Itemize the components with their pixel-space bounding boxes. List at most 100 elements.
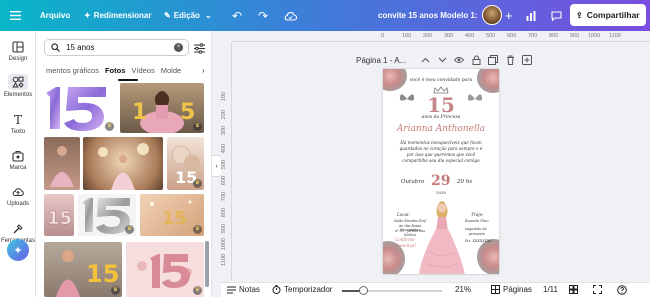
chevron-down-icon[interactable] xyxy=(437,55,447,65)
object-panel: 15 anos × mentos gráficos Fotos Vídeos Mold… xyxy=(36,31,212,297)
rail-item-text[interactable]: T Texto xyxy=(0,113,36,135)
ruler-tick: 600 xyxy=(507,33,517,39)
chevron-up-icon[interactable] xyxy=(420,55,430,65)
premium-crown-icon: ♛ xyxy=(105,122,114,131)
svg-text:15: 15 xyxy=(162,208,187,229)
fullscreen-icon[interactable] xyxy=(593,285,602,294)
ruler-tick: 300 xyxy=(444,33,454,39)
ruler-tick: 500 xyxy=(486,33,496,39)
invite-message: guardados no coração para sempre e é xyxy=(399,146,483,151)
zoom-slider-handle[interactable] xyxy=(359,286,368,295)
resize-label: Redimensionar xyxy=(93,11,152,20)
photo-result[interactable]: 15 ♛ xyxy=(167,137,204,190)
tab-videos[interactable]: Vídeos xyxy=(131,66,154,75)
tab-photos[interactable]: Fotos xyxy=(105,66,125,75)
photo-result[interactable] xyxy=(83,137,163,190)
undo-icon[interactable]: ↶ xyxy=(232,0,242,31)
photo-result[interactable]: 15 ♛ xyxy=(140,194,204,236)
rail-item-brand[interactable]: Marca xyxy=(0,149,36,171)
tab-graphics[interactable]: mentos gráficos xyxy=(46,66,99,75)
local-line: nº 55 - Jardim das Sonhos xyxy=(394,229,426,237)
ruler-tick: 0 xyxy=(381,33,385,39)
pages-label: Páginas xyxy=(503,285,532,294)
rail-item-design[interactable]: Design xyxy=(0,40,36,62)
timer-button[interactable]: Temporizador xyxy=(272,285,332,294)
rail-label: Design xyxy=(8,56,28,62)
page-count[interactable]: 1/11 xyxy=(543,285,558,294)
rail-label: Texto xyxy=(10,129,26,135)
rail-item-uploads[interactable]: Uploads xyxy=(0,185,36,207)
share-label: Compartilhar xyxy=(586,10,640,20)
photo-result[interactable]: ♛ xyxy=(78,194,136,236)
active-tab-indicator xyxy=(118,79,138,81)
rail-item-elements[interactable]: Elementos xyxy=(0,74,36,98)
add-page-icon[interactable] xyxy=(522,55,532,65)
chevron-right-icon[interactable]: › xyxy=(202,66,205,75)
magic-sparkle-icon[interactable]: ✦ xyxy=(7,239,29,261)
panel-scrollbar[interactable] xyxy=(205,241,209,287)
analytics-icon[interactable] xyxy=(526,0,536,31)
grid-view-icon[interactable] xyxy=(569,285,578,294)
lock-icon[interactable] xyxy=(471,55,481,65)
rail-label: Uploads xyxy=(6,201,29,207)
svg-text:1: 1 xyxy=(132,100,147,125)
photo-result[interactable]: 15 ♛ xyxy=(44,242,122,297)
invite-number: 15 xyxy=(427,93,455,117)
search-value: 15 anos xyxy=(66,43,95,52)
redo-icon[interactable]: ↷ xyxy=(258,0,268,31)
ruler-tick: 600 xyxy=(221,176,227,186)
photo-result[interactable] xyxy=(44,137,80,190)
help-icon[interactable] xyxy=(617,285,627,295)
ruler-tick: 500 xyxy=(221,160,227,170)
plus-icon[interactable]: + xyxy=(505,0,513,31)
tab-templates[interactable]: Molde xyxy=(161,66,181,75)
invite-subtitle: anos da Princesa xyxy=(421,115,461,120)
design-canvas[interactable]: você é meu convidado para 15 anos da Pri… xyxy=(383,69,499,274)
ruler-tick: 1100 xyxy=(609,33,621,39)
page-toolbar xyxy=(420,55,532,65)
menu-icon[interactable] xyxy=(10,0,21,31)
invite-name: Arianna Anthonella xyxy=(396,124,486,134)
photo-result[interactable]: 1 5 ♛ xyxy=(120,83,204,133)
ruler-tick: 400 xyxy=(221,144,227,154)
timer-icon xyxy=(272,285,281,294)
duplicate-icon[interactable] xyxy=(488,55,498,65)
photo-result[interactable]: 15 xyxy=(44,194,74,236)
edit-label: Edição xyxy=(173,11,200,20)
pages-button[interactable]: Páginas xyxy=(491,285,532,294)
resize-button[interactable]: ✦ Redimensionar xyxy=(84,0,152,31)
elements-icon xyxy=(8,74,28,90)
page-title[interactable]: Página 1 - A... xyxy=(356,56,406,65)
photo-result[interactable]: ♛ xyxy=(44,83,116,133)
search-input[interactable]: 15 anos × xyxy=(44,39,189,56)
notes-icon xyxy=(227,286,236,293)
clear-search-icon[interactable]: × xyxy=(174,43,183,52)
ruler-tick: 100 xyxy=(221,92,227,102)
edit-menu[interactable]: ✎ Edição ⌄ xyxy=(164,0,212,31)
avatar[interactable] xyxy=(482,5,502,25)
upload-icon xyxy=(11,185,25,199)
photo-result[interactable]: ♛ xyxy=(126,242,204,297)
trash-icon[interactable] xyxy=(505,55,515,65)
invite-message: compartilhe seu dia especial comigo xyxy=(402,158,480,163)
cloud-saved-icon[interactable] xyxy=(284,0,297,31)
ruler-tick: 800 xyxy=(549,33,559,39)
share-icon: ⇪ xyxy=(576,10,583,20)
rail-label: Marca xyxy=(9,165,27,171)
document-title[interactable]: convite 15 anos Modelo 1: xyxy=(378,0,478,31)
ruler-tick: 1100 xyxy=(221,254,227,266)
notes-button[interactable]: Notas xyxy=(227,285,260,294)
rail-label: Elementos xyxy=(3,92,33,98)
eye-icon[interactable] xyxy=(454,55,464,65)
filter-icon[interactable] xyxy=(194,41,205,59)
ruler-tick: 700 xyxy=(528,33,538,39)
file-menu[interactable]: Arquivo xyxy=(40,0,70,31)
premium-crown-icon: ♛ xyxy=(193,122,202,131)
invite-message: Há momentos inesquecíveis que ficam xyxy=(400,140,482,145)
dress-value: Esporte Fino xyxy=(465,219,489,223)
zoom-level[interactable]: 21% xyxy=(455,285,471,294)
svg-text:5: 5 xyxy=(180,100,195,125)
ruler-tick: 900 xyxy=(570,33,580,39)
share-button[interactable]: ⇪ Compartilhar xyxy=(570,4,646,26)
comment-icon[interactable] xyxy=(551,0,562,31)
